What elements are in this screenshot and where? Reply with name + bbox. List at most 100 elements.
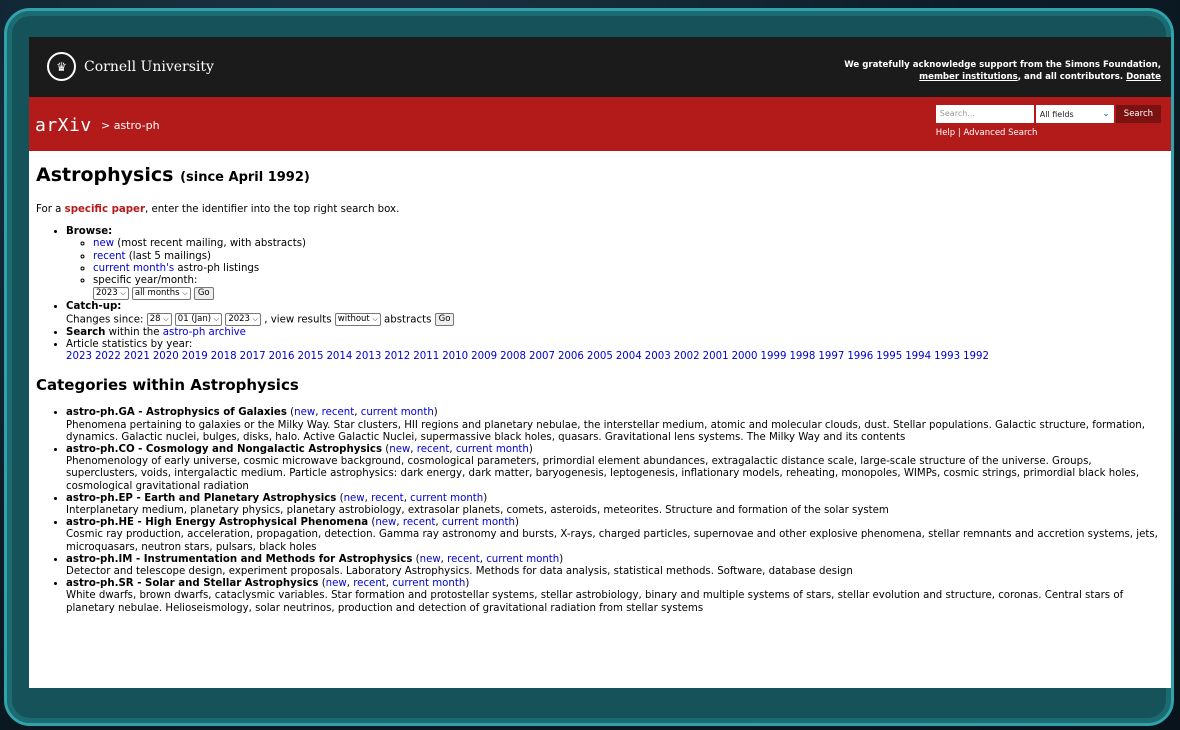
advanced-search-link[interactable]: Advanced Search <box>963 128 1037 138</box>
year-select[interactable]: 2023 ⌵ <box>93 287 129 301</box>
browse-go-button[interactable]: Go <box>193 287 214 301</box>
category-code[interactable]: astro-ph.EP - Earth and Planetary Astrop… <box>66 493 336 504</box>
browse-new-link[interactable]: new <box>93 238 114 249</box>
year-link[interactable]: 2014 <box>326 351 352 362</box>
category-new-link[interactable]: new <box>294 407 315 418</box>
year-link[interactable]: 2016 <box>269 351 295 362</box>
year-link[interactable]: 1997 <box>818 351 844 362</box>
year-link[interactable]: 2008 <box>500 351 526 362</box>
category-new-link[interactable]: new <box>326 578 347 589</box>
category-recent-link[interactable]: recent <box>447 554 480 565</box>
specific-paper-link[interactable]: specific paper <box>65 204 145 215</box>
search-field-select[interactable]: All fields ⌄ <box>1035 105 1114 123</box>
help-link[interactable]: Help <box>936 128 955 138</box>
arxiv-header: arXiv > astro-ph Search... All fields ⌄ … <box>29 97 1171 151</box>
year-link[interactable]: 2020 <box>153 351 179 362</box>
category-recent-link[interactable]: recent <box>403 517 436 528</box>
browse-current-link[interactable]: current month's <box>93 263 174 274</box>
category-recent-link[interactable]: recent <box>353 578 386 589</box>
category-code[interactable]: astro-ph.HE - High Energy Astrophysical … <box>66 517 368 528</box>
search-input[interactable]: Search... <box>935 105 1034 123</box>
category-new-link[interactable]: new <box>344 493 365 504</box>
year-link[interactable]: 2017 <box>240 351 266 362</box>
year-link[interactable]: 2013 <box>355 351 381 362</box>
year-link[interactable]: 2012 <box>384 351 410 362</box>
category-recent-link[interactable]: recent <box>371 493 404 504</box>
year-link[interactable]: 1998 <box>789 351 815 362</box>
year-link[interactable]: 1992 <box>963 351 989 362</box>
category-recent-link[interactable]: recent <box>322 407 355 418</box>
category-description: White dwarfs, brown dwarfs, cataclysmic … <box>66 590 1124 614</box>
categories-heading: Categories within Astrophysics <box>36 376 299 395</box>
donate-link[interactable]: Donate <box>1126 72 1161 82</box>
link-separator: | <box>957 128 961 138</box>
category-code[interactable]: astro-ph.CO - Cosmology and Nongalactic … <box>66 444 382 455</box>
category-current-month-link[interactable]: current month <box>456 444 529 455</box>
paren-close: ) <box>559 553 564 565</box>
year-link[interactable]: 2006 <box>558 351 584 362</box>
category-recent-link[interactable]: recent <box>417 444 450 455</box>
catchup-go-button[interactable]: Go <box>434 313 455 327</box>
year-link[interactable]: 2023 <box>66 351 92 362</box>
field-select-value: All fields <box>1039 109 1074 119</box>
abstracts-select[interactable]: without ⌵ <box>334 313 381 327</box>
year-link[interactable]: 1996 <box>847 351 873 362</box>
day-select[interactable]: 28 ⌵ <box>146 313 172 327</box>
catchup-year-select[interactable]: 2023 ⌵ <box>225 313 261 327</box>
year-select-value: 2023 <box>96 288 118 299</box>
cornell-header: ♛ Cornell University We gratefully ackno… <box>29 37 1171 97</box>
browse-specific-text: specific year/month: <box>93 275 198 287</box>
category-code[interactable]: astro-ph.GA - Astrophysics of Galaxies <box>66 407 287 418</box>
year-link[interactable]: 2000 <box>732 351 758 362</box>
year-link[interactable]: 2011 <box>413 351 439 362</box>
search-button[interactable]: Search <box>1115 105 1161 123</box>
year-link[interactable]: 1999 <box>761 351 787 362</box>
year-link[interactable]: 2002 <box>674 351 700 362</box>
year-link[interactable]: 2018 <box>211 351 237 362</box>
year-link[interactable]: 2007 <box>529 351 555 362</box>
category-current-month-link[interactable]: current month <box>361 407 434 418</box>
arxiv-logo[interactable]: arXiv <box>35 115 92 136</box>
search-help-links: Help | Advanced Search <box>936 128 1161 138</box>
browser-screen: ♛ Cornell University We gratefully ackno… <box>29 37 1171 688</box>
chevron-down-icon: ⌵ <box>182 289 188 298</box>
search-label: Search <box>66 326 106 338</box>
astro-ph-archive-link[interactable]: astro-ph archive <box>163 327 246 338</box>
year-link[interactable]: 1995 <box>876 351 902 362</box>
year-link[interactable]: 1993 <box>934 351 960 362</box>
member-institutions-link[interactable]: member institutions <box>919 72 1018 82</box>
category-current-month-link[interactable]: current month <box>486 554 559 565</box>
browse-recent-text: (last 5 mailings) <box>125 250 211 262</box>
year-link[interactable]: 2021 <box>124 351 150 362</box>
chevron-down-icon: ⌵ <box>372 315 378 324</box>
year-link[interactable]: 2009 <box>471 351 497 362</box>
support-mid-text: , and all contributors. <box>1017 72 1127 82</box>
breadcrumb[interactable]: > astro-ph <box>101 119 160 132</box>
year-link[interactable]: 2010 <box>442 351 468 362</box>
category-item: astro-ph.GA - Astrophysics of Galaxies (… <box>66 407 1164 444</box>
year-link[interactable]: 2001 <box>703 351 729 362</box>
month-select[interactable]: all months ⌵ <box>131 287 191 301</box>
category-current-month-link[interactable]: current month <box>392 578 465 589</box>
category-code[interactable]: astro-ph.IM - Instrumentation and Method… <box>66 554 412 565</box>
category-new-link[interactable]: new <box>375 517 396 528</box>
catchup-month-select[interactable]: 01 (Jan) ⌵ <box>174 313 223 327</box>
year-link[interactable]: 2019 <box>182 351 208 362</box>
category-new-link[interactable]: new <box>420 554 441 565</box>
category-current-month-link[interactable]: current month <box>442 517 515 528</box>
cornell-logo[interactable]: ♛ Cornell University <box>47 52 214 81</box>
year-link[interactable]: 2015 <box>298 351 324 362</box>
category-new-link[interactable]: new <box>389 444 410 455</box>
category-current-month-link[interactable]: current month <box>410 493 483 504</box>
intro-post: , enter the identifier into the top righ… <box>144 204 400 215</box>
year-link[interactable]: 2003 <box>645 351 671 362</box>
category-code[interactable]: astro-ph.SR - Solar and Stellar Astrophy… <box>66 578 318 589</box>
cornell-name: Cornell University <box>84 58 214 75</box>
year-link[interactable]: 2005 <box>587 351 613 362</box>
year-link[interactable]: 2022 <box>95 351 121 362</box>
chevron-down-icon: ⌵ <box>252 315 258 324</box>
browse-recent-link[interactable]: recent <box>93 251 126 262</box>
year-link[interactable]: 1994 <box>905 351 931 362</box>
year-link[interactable]: 2004 <box>616 351 642 362</box>
main-content: Astrophysics (since April 1992) For a sp… <box>29 151 1171 615</box>
